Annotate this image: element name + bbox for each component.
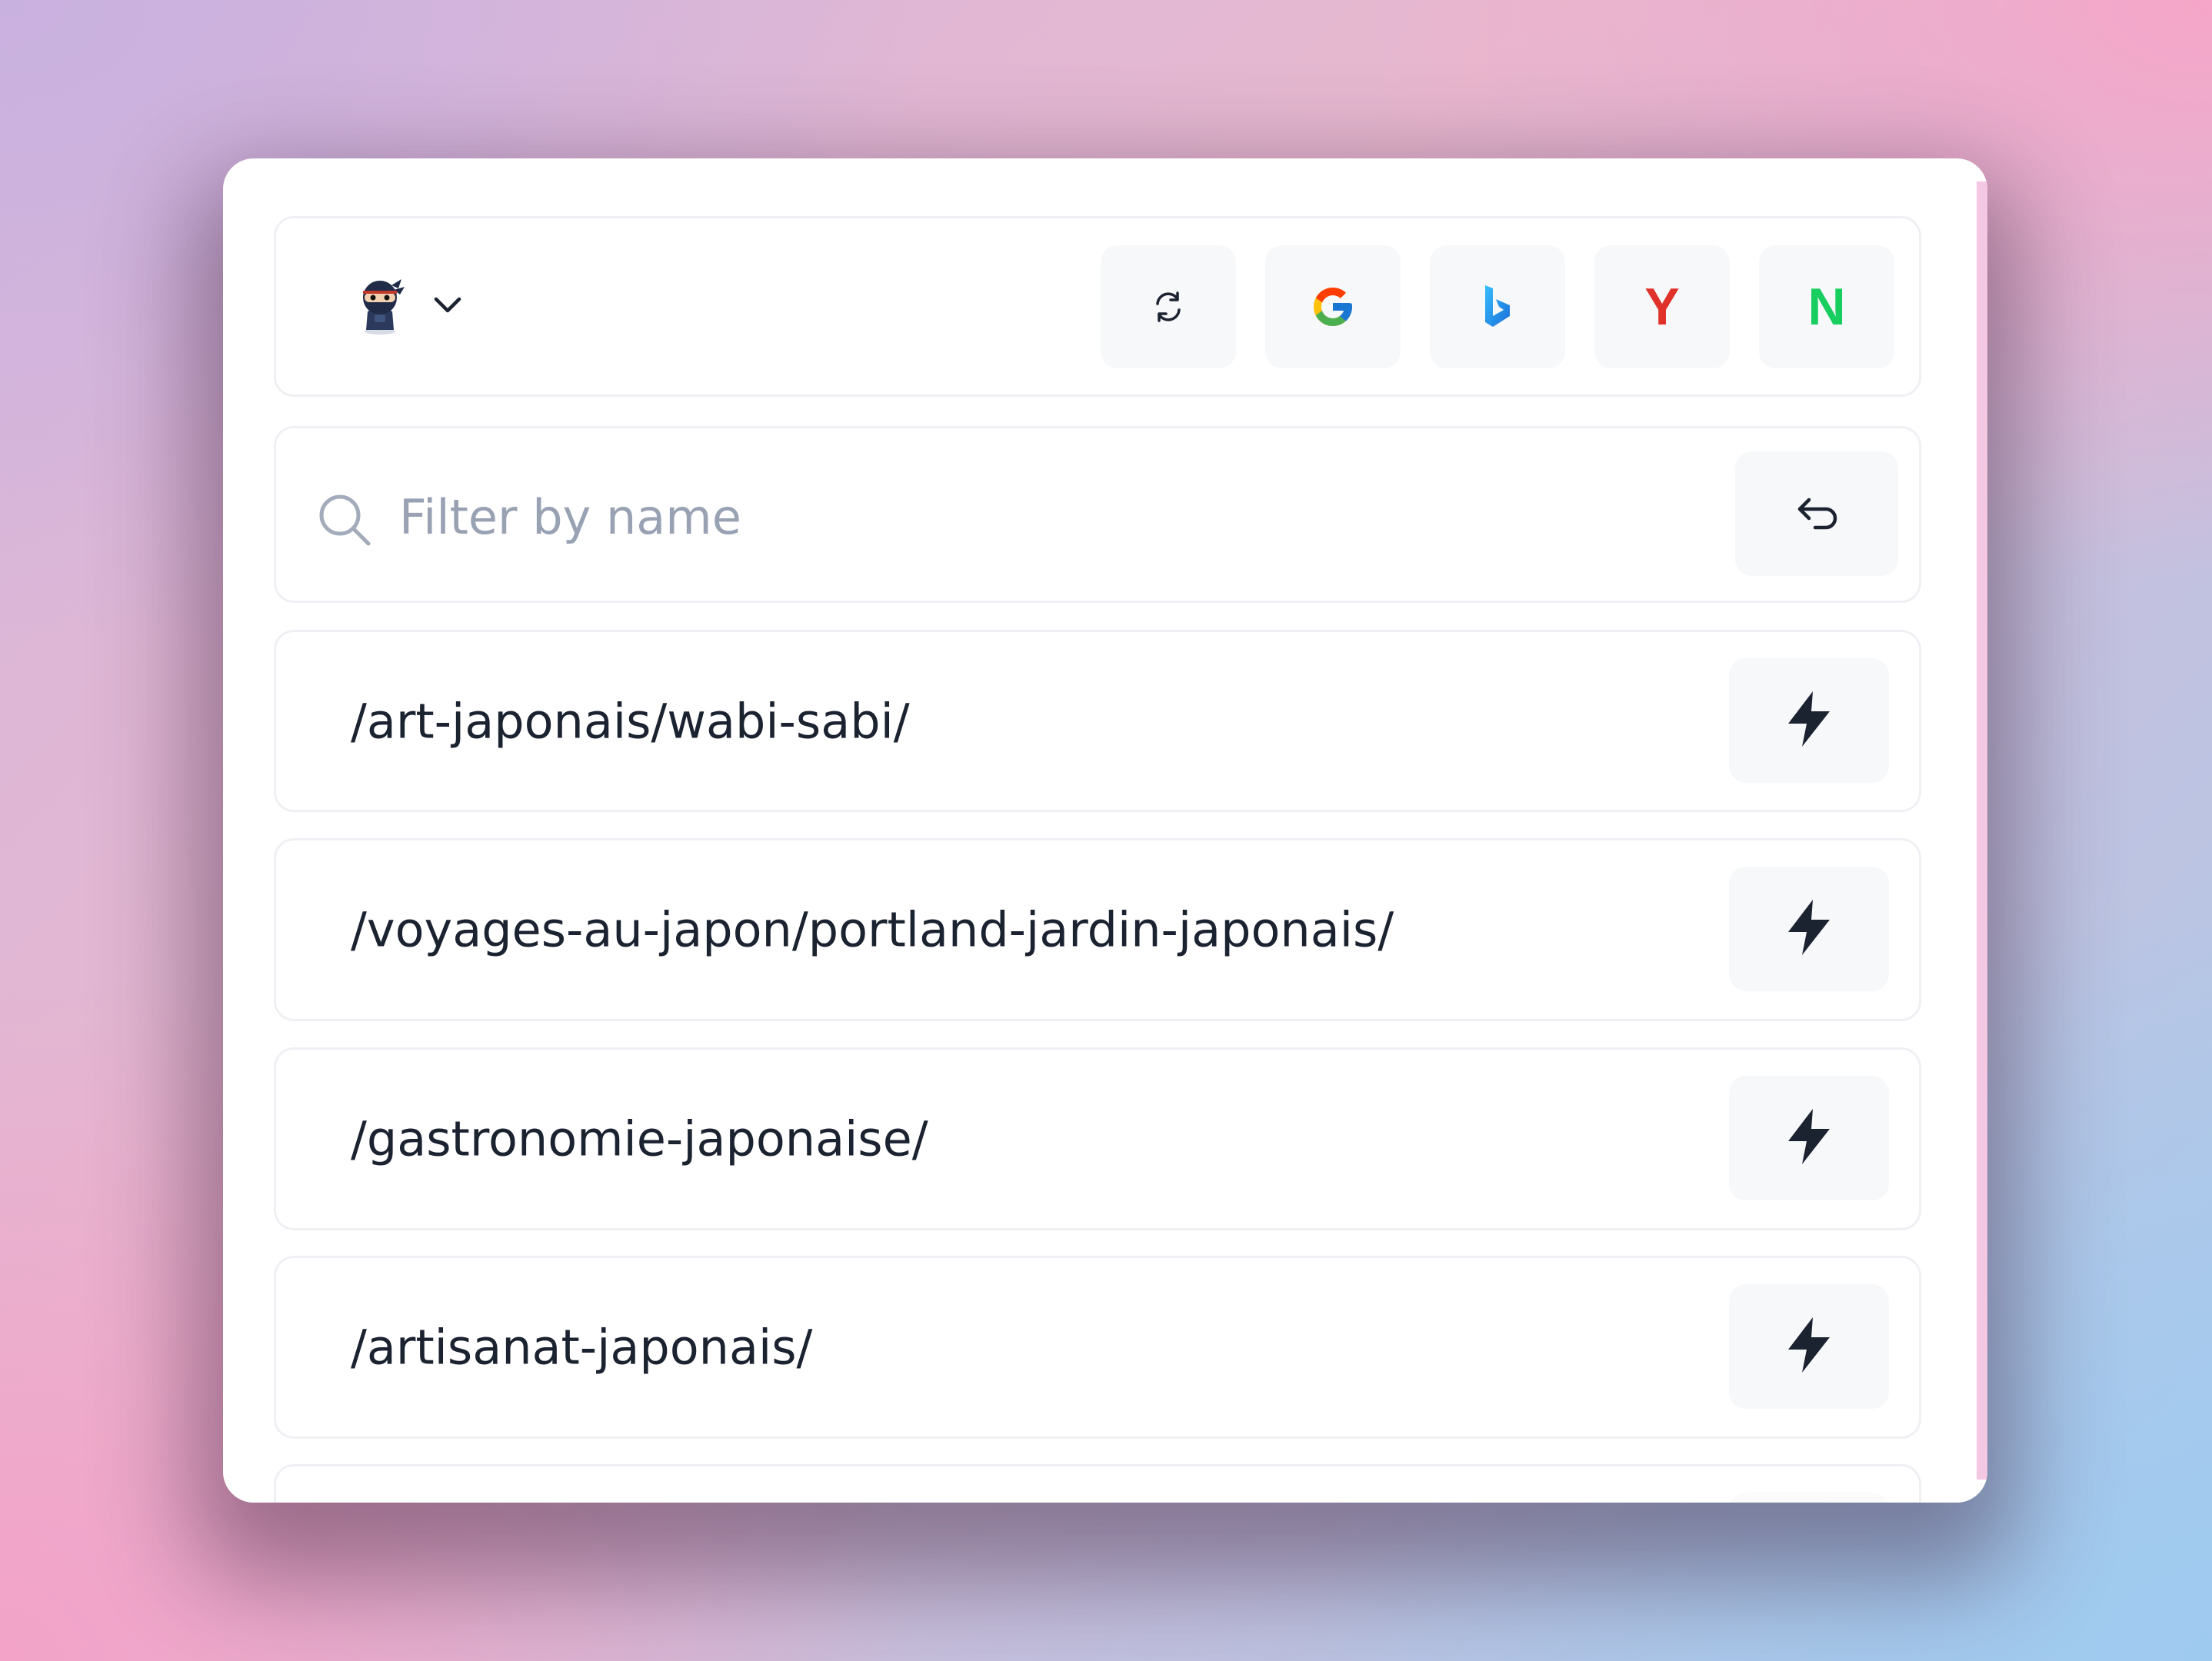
yandex-button[interactable]: Y: [1594, 245, 1730, 368]
lightning-bolt-icon: [1782, 1106, 1836, 1170]
lightning-bolt-icon: [1782, 897, 1836, 961]
action-button[interactable]: [1729, 1076, 1889, 1200]
ninja-avatar-icon[interactable]: [349, 275, 411, 336]
naver-icon: N: [1807, 278, 1846, 336]
lightning-bolt-icon: [1782, 688, 1836, 753]
toolbar: Y N: [274, 216, 1921, 397]
bing-button[interactable]: [1430, 245, 1565, 368]
refresh-button[interactable]: [1101, 245, 1236, 368]
bing-icon: [1481, 284, 1514, 330]
action-button[interactable]: [1729, 867, 1889, 991]
extension-popup: Y N /art-japonais/wabi-sabi/: [223, 158, 1987, 1503]
list-item-path[interactable]: /art-japonais/wabi-sabi/: [351, 693, 910, 749]
google-icon: [1310, 284, 1356, 330]
filter-input[interactable]: [399, 471, 1784, 563]
refresh-icon: [1150, 288, 1187, 325]
naver-button[interactable]: N: [1759, 245, 1894, 368]
chevron-down-icon[interactable]: [430, 288, 465, 323]
action-button[interactable]: [1729, 1284, 1889, 1409]
list-item: /artisanat-japonais/: [274, 1256, 1921, 1439]
list-item: /voyages-au-japon/portland-jardin-japona…: [274, 838, 1921, 1021]
list-item-path[interactable]: /gastronomie-japonaise/: [351, 1111, 928, 1167]
action-button[interactable]: [1729, 1493, 1889, 1503]
submit-button[interactable]: [1735, 451, 1898, 576]
list-item-partial: [274, 1464, 1921, 1503]
lightning-bolt-icon: [1782, 1314, 1836, 1379]
action-button[interactable]: [1729, 658, 1889, 783]
list-item-path[interactable]: /artisanat-japonais/: [351, 1320, 812, 1376]
return-arrow-icon: [1792, 488, 1841, 540]
filter-bar: [274, 426, 1921, 603]
google-button[interactable]: [1265, 245, 1401, 368]
list-item-path[interactable]: /voyages-au-japon/portland-jardin-japona…: [351, 902, 1394, 958]
search-icon: [315, 490, 376, 551]
list-item: /art-japonais/wabi-sabi/: [274, 630, 1921, 812]
yandex-icon: Y: [1644, 278, 1680, 336]
list-item: /gastronomie-japonaise/: [274, 1047, 1921, 1230]
